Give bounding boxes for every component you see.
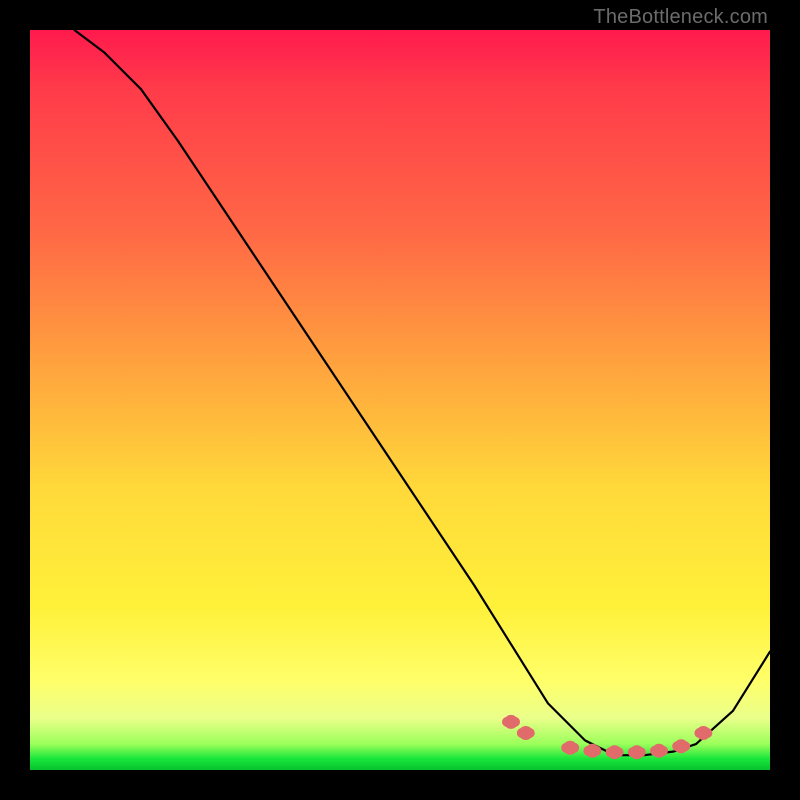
highlight-bead: [694, 728, 712, 738]
highlight-bead: [606, 747, 624, 757]
highlight-bead: [672, 741, 690, 751]
plot-area: [30, 30, 770, 770]
highlight-bead: [502, 717, 520, 727]
chart-frame: TheBottleneck.com: [0, 0, 800, 800]
bottleneck-curve-path: [74, 30, 770, 755]
highlight-bead: [628, 747, 646, 757]
highlight-bead: [517, 728, 535, 738]
highlight-bead: [650, 746, 668, 756]
watermark-text: TheBottleneck.com: [593, 6, 768, 29]
highlight-marker-group: [502, 715, 712, 759]
highlight-bead: [561, 743, 579, 753]
highlight-bead: [583, 746, 601, 756]
curve-svg: [30, 30, 770, 770]
